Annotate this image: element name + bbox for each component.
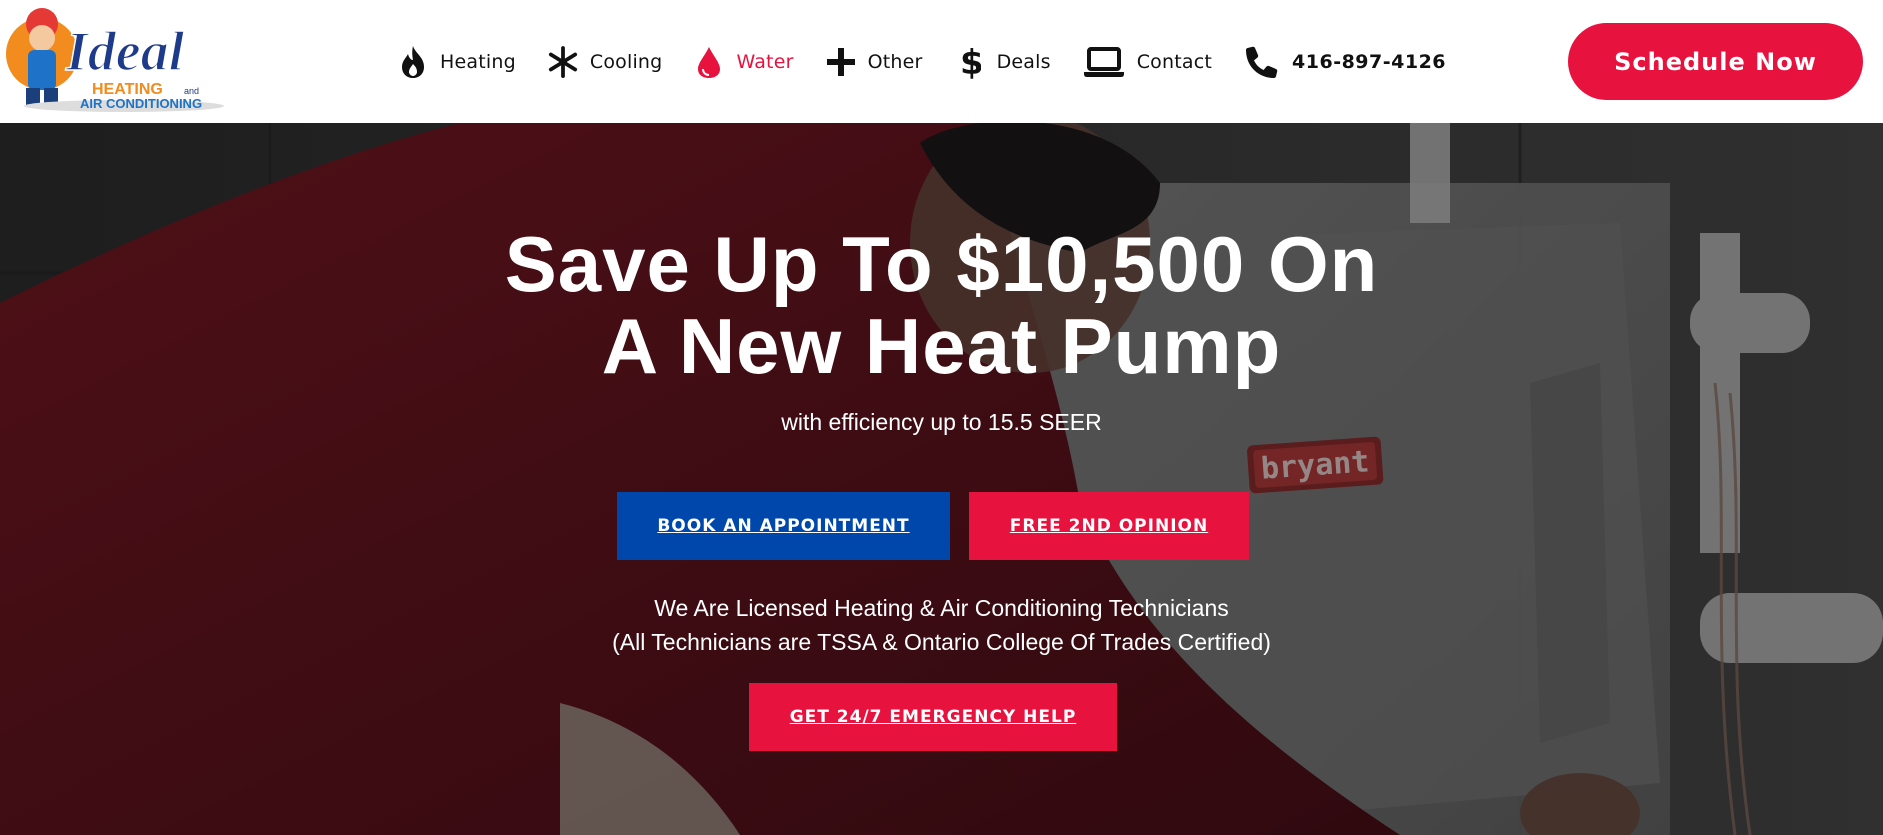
licensed-line2: (All Technicians are TSSA & Ontario Coll… — [612, 629, 1271, 655]
nav-label: Water — [736, 51, 794, 73]
nav-label: Cooling — [589, 51, 663, 73]
schedule-now-button[interactable]: Schedule Now — [1568, 23, 1863, 100]
phone-icon — [1244, 45, 1280, 79]
licensed-statement: We Are Licensed Heating & Air Conditioni… — [0, 591, 1883, 659]
water-drop-icon — [694, 45, 724, 79]
hero-title: Save Up To $10,500 On A New Heat Pump — [0, 223, 1883, 387]
nav-label: 416-897-4126 — [1292, 51, 1447, 73]
book-appointment-button[interactable]: BOOK AN APPOINTMENT — [617, 492, 950, 560]
nav-item-other[interactable]: Other — [826, 45, 923, 79]
nav-item-deals[interactable]: $ Deals — [955, 43, 1051, 81]
snowflake-icon — [548, 45, 578, 79]
hero-subtitle: with efficiency up to 15.5 SEER — [781, 409, 1102, 435]
nav-label: Other — [867, 51, 923, 73]
svg-text:AIR CONDITIONING: AIR CONDITIONING — [80, 96, 202, 111]
nav-item-contact[interactable]: Contact — [1083, 45, 1212, 79]
laptop-icon — [1083, 45, 1125, 79]
nav-label: Deals — [996, 51, 1051, 73]
hero-title-line2: A New Heat Pump — [601, 302, 1282, 390]
svg-text:and: and — [184, 86, 199, 96]
nav-label: Heating — [440, 51, 516, 73]
hero-title-line1: Save Up To $10,500 On — [504, 220, 1379, 308]
svg-text:$: $ — [960, 43, 981, 81]
flame-icon — [398, 45, 428, 79]
logo-text: Ideal — [65, 21, 185, 83]
licensed-line1: We Are Licensed Heating & Air Conditioni… — [654, 595, 1229, 621]
nav-item-heating[interactable]: Heating — [398, 45, 516, 79]
logo-graphic: Ideal HEATING and AIR CONDITIONING — [6, 8, 224, 112]
nav-item-cooling[interactable]: Cooling — [548, 45, 663, 79]
nav-label: Contact — [1136, 51, 1213, 73]
logo[interactable]: Ideal HEATING and AIR CONDITIONING — [4, 2, 232, 117]
main-nav: Heating Cooling Water Other $ Deals Cont… — [398, 42, 1478, 82]
nav-item-phone[interactable]: 416-897-4126 — [1244, 45, 1446, 79]
free-second-opinion-button[interactable]: FREE 2ND OPINION — [969, 492, 1249, 560]
plus-icon — [826, 45, 856, 79]
site-header: Ideal HEATING and AIR CONDITIONING Heati… — [0, 0, 1883, 123]
nav-item-water[interactable]: Water — [694, 45, 793, 79]
hero-section: bryant Save Up To $10,500 On A New Heat … — [0, 123, 1883, 835]
emergency-help-button[interactable]: GET 24/7 EMERGENCY HELP — [749, 683, 1117, 751]
dollar-icon: $ — [955, 43, 985, 81]
